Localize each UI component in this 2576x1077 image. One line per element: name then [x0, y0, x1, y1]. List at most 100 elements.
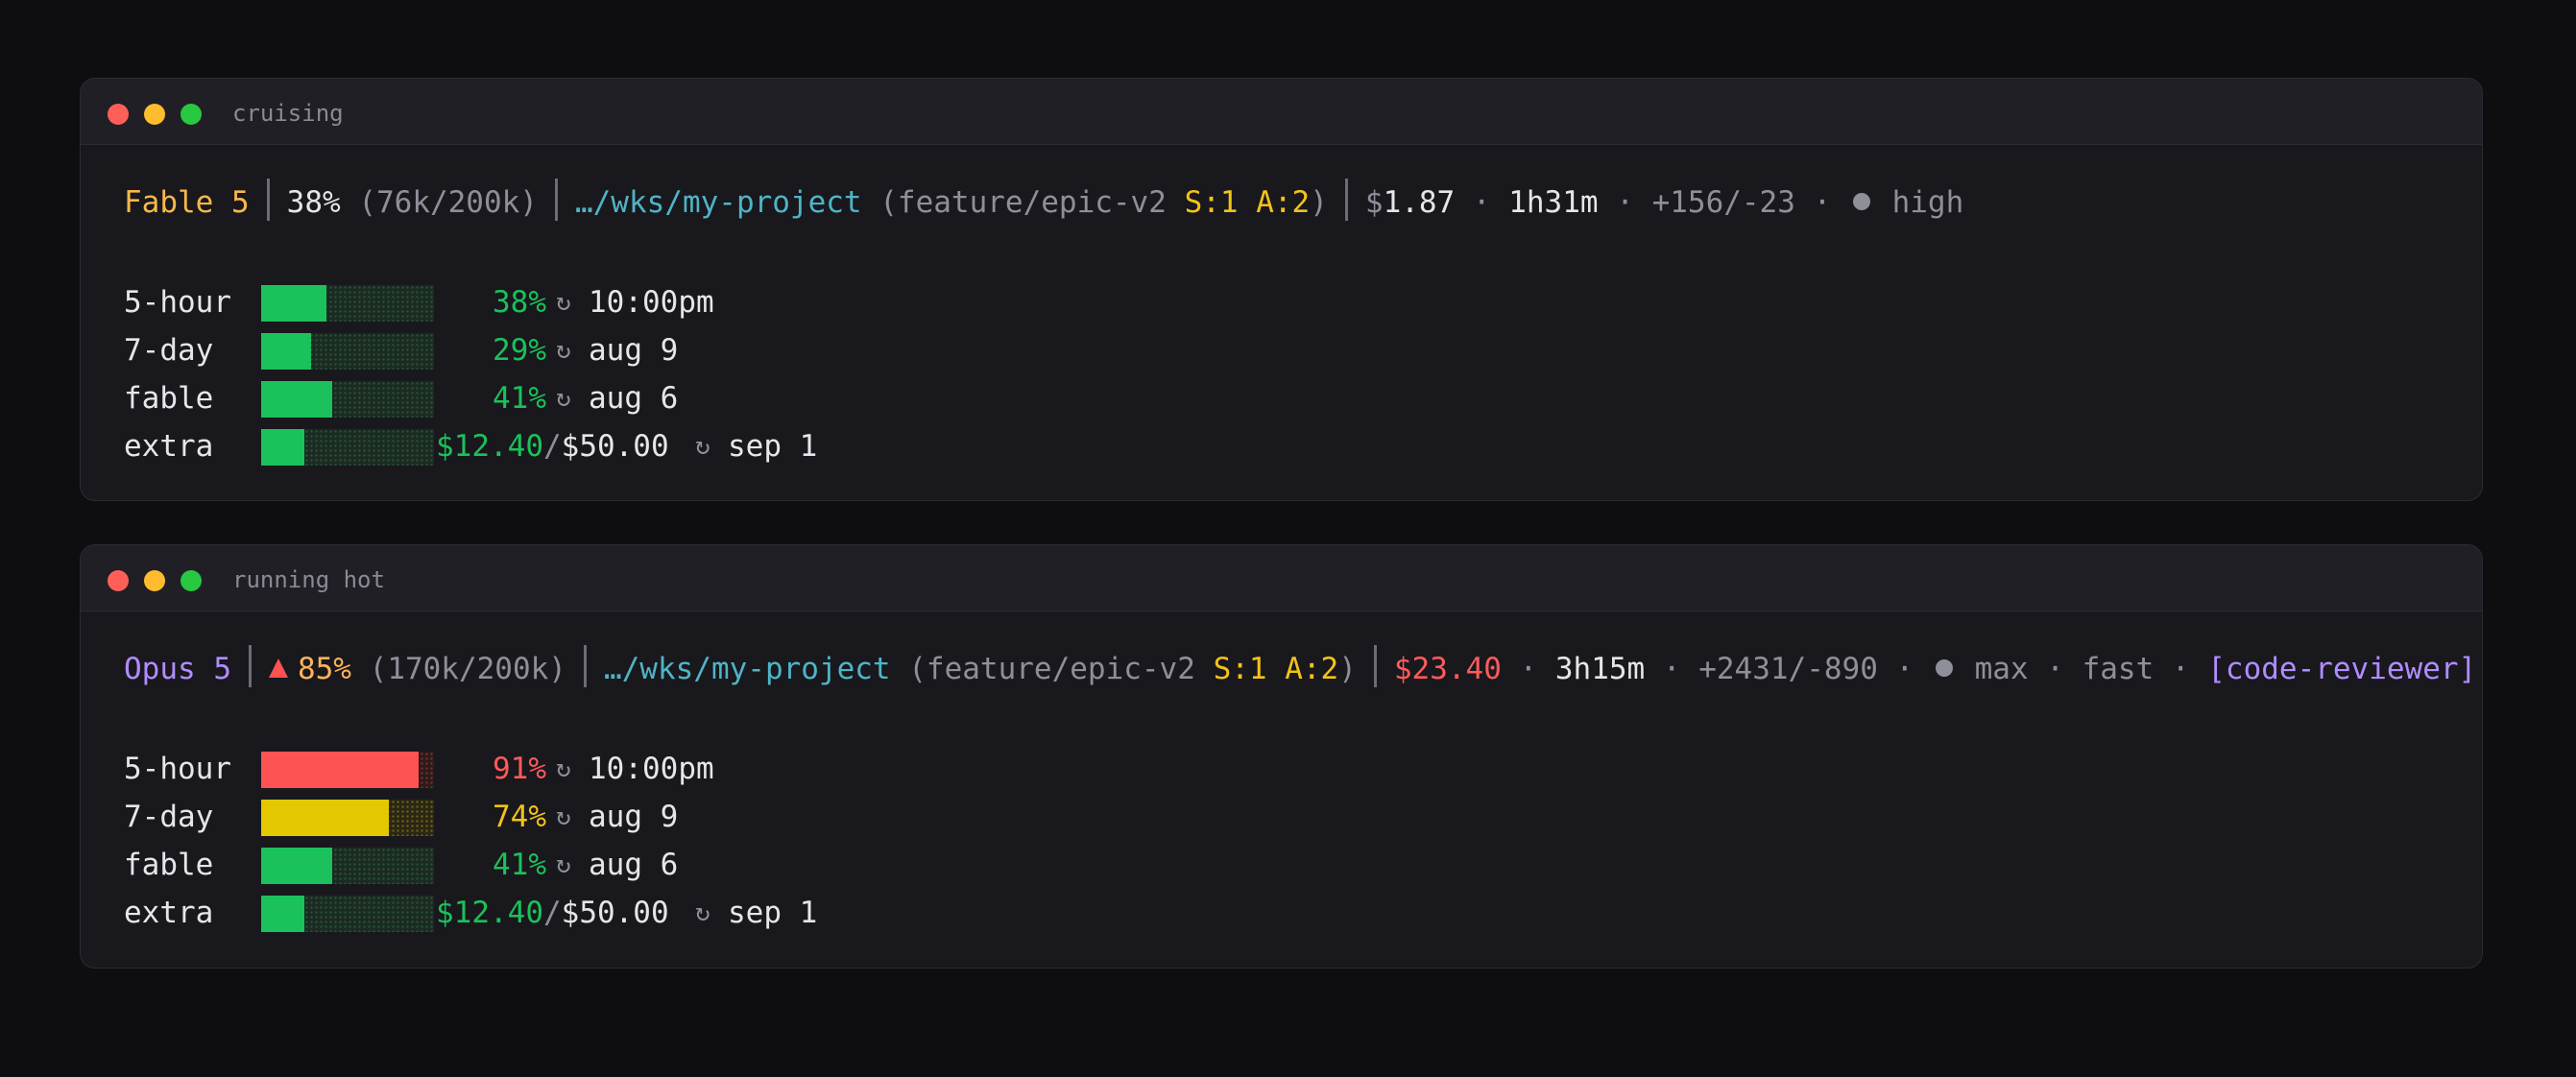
usage-bar-fill: [261, 333, 312, 370]
context-tokens: (76k/200k): [358, 185, 538, 220]
maximize-button[interactable]: [181, 104, 202, 125]
extra-cap: $50.00: [561, 429, 669, 464]
extra-spent: $12.40: [436, 896, 543, 930]
clock-icon: ↻: [556, 336, 571, 365]
clock-icon: ↻: [695, 432, 710, 461]
active-agent: [code-reviewer]: [2207, 652, 2477, 686]
limit-percent: 29%: [493, 333, 546, 368]
dot-separator: ·: [2046, 652, 2064, 686]
separator: [1344, 179, 1348, 221]
lines-changed: +2431/-890: [1698, 652, 1878, 686]
session-counts: S:1 A:2: [1184, 185, 1311, 220]
usage-bar: [261, 285, 434, 322]
limit-reset: 10:00pm: [589, 285, 714, 320]
effort-level: max: [1974, 652, 2029, 686]
clock-icon: ↻: [556, 802, 571, 831]
extra-cap: $50.00: [561, 896, 669, 930]
dot-separator: ·: [1519, 652, 1538, 686]
dot-separator: ·: [1895, 652, 1914, 686]
limit-reset: sep 1: [728, 896, 818, 930]
clock-icon: ↻: [695, 898, 710, 927]
session-cost: 1.87: [1383, 185, 1456, 220]
maximize-button[interactable]: [181, 570, 202, 591]
separator: [266, 179, 270, 221]
close-button[interactable]: [108, 104, 129, 125]
session-duration: 3h15m: [1554, 652, 1646, 686]
speed-mode: fast: [2082, 652, 2155, 686]
session-duration: 1h31m: [1508, 185, 1599, 220]
clock-icon: ↻: [556, 384, 571, 413]
dot-separator: ·: [1472, 185, 1491, 220]
context-percent: 85%: [297, 652, 351, 686]
limit-reset: aug 9: [589, 800, 679, 834]
extra-slash: /: [542, 429, 562, 464]
limit-label: extra: [124, 896, 214, 930]
limit-label: fable: [124, 848, 214, 882]
warning-icon: [268, 658, 288, 678]
cost-symbol: $: [1364, 185, 1384, 220]
limit-reset: aug 6: [589, 381, 679, 416]
statusline-window-cruising: cruising Fable 5 38% (76k/200k) …/wks/my-p…: [80, 78, 2483, 501]
separator: [554, 179, 558, 221]
clock-icon: ↻: [556, 754, 571, 783]
window-title: running hot: [232, 566, 385, 593]
session-cost: $23.40: [1393, 652, 1502, 686]
usage-bar: [261, 800, 434, 836]
usage-bar: [261, 752, 434, 788]
git-branch: (feature/epic-v2: [908, 652, 1195, 686]
limit-reset: 10:00pm: [589, 752, 714, 786]
model-name: Opus 5: [124, 652, 231, 686]
minimize-button[interactable]: [144, 104, 165, 125]
limit-percent: 74%: [493, 800, 546, 834]
limit-label: 5-hour: [124, 285, 231, 320]
git-branch: (feature/epic-v2: [879, 185, 1167, 220]
limit-reset: aug 9: [589, 333, 679, 368]
minimize-button[interactable]: [144, 570, 165, 591]
lines-changed: +156/-23: [1651, 185, 1795, 220]
limit-percent: 38%: [493, 285, 546, 320]
usage-bar: [261, 896, 434, 932]
effort-dot-icon: [1852, 193, 1870, 210]
dot-separator: ·: [1813, 185, 1832, 220]
usage-bar-fill: [261, 752, 419, 788]
extra-slash: /: [542, 896, 562, 930]
limit-percent: 41%: [493, 848, 546, 882]
separator: [583, 645, 587, 687]
titlebar: cruising: [81, 79, 2482, 145]
window-title: cruising: [232, 100, 344, 127]
session-counts: S:1 A:2: [1213, 652, 1339, 686]
usage-bar-fill: [261, 800, 390, 836]
project-path: …/wks/my-project: [574, 185, 862, 220]
titlebar: running hot: [81, 545, 2482, 611]
context-tokens: (170k/200k): [369, 652, 566, 686]
clock-icon: ↻: [556, 288, 571, 317]
clock-icon: ↻: [556, 850, 571, 879]
git-branch-close: ): [1310, 185, 1328, 220]
limit-percent: 41%: [493, 381, 546, 416]
usage-bar: [261, 381, 434, 418]
extra-spent: $12.40: [436, 429, 543, 464]
usage-bar: [261, 333, 434, 370]
limit-label: 7-day: [124, 333, 214, 368]
effort-level: high: [1891, 185, 1964, 220]
usage-bar: [261, 848, 434, 884]
limit-label: extra: [124, 429, 214, 464]
model-name: Fable 5: [124, 185, 250, 220]
dot-separator: ·: [2171, 652, 2190, 686]
dot-separator: ·: [1616, 185, 1634, 220]
usage-bar: [261, 429, 434, 466]
git-branch-close: ): [1338, 652, 1357, 686]
status-line: Fable 5 38% (76k/200k) …/wks/my-project (f…: [124, 179, 1963, 223]
limit-label: 5-hour: [124, 752, 231, 786]
context-percent: 38%: [286, 185, 341, 220]
limit-label: 7-day: [124, 800, 214, 834]
statusline-window-running-hot: running hot Opus 5 85% (170k/200k) …/wks/m…: [80, 544, 2483, 969]
usage-bar-fill: [261, 848, 332, 884]
limit-percent: 91%: [493, 752, 546, 786]
separator: [248, 645, 252, 687]
usage-bar-fill: [261, 429, 304, 466]
limit-reset: aug 6: [589, 848, 679, 882]
dot-separator: ·: [1662, 652, 1681, 686]
status-line: Opus 5 85% (170k/200k) …/wks/my-project (f…: [124, 645, 2476, 689]
close-button[interactable]: [108, 570, 129, 591]
